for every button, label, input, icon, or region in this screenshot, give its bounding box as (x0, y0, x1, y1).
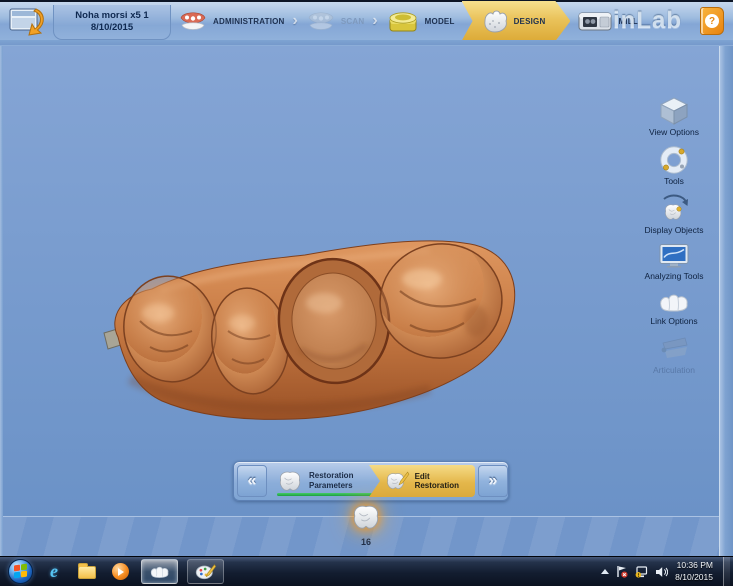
media-player-button[interactable] (108, 559, 132, 585)
windows-explorer-button[interactable] (75, 559, 99, 585)
phase-label: DESIGN (514, 17, 546, 26)
tool-sidebar: View Options Tools (637, 96, 711, 383)
window-frame-left (0, 46, 3, 556)
patient-info: Noha morsi x5 1 8/10/2015 (53, 5, 171, 40)
phase-design[interactable]: DESIGN (462, 1, 571, 41)
phase-label: SCAN (341, 17, 364, 26)
phase-bar: Noha morsi x5 1 8/10/2015 ADMINISTRATION… (0, 0, 733, 40)
model-viewport[interactable]: View Options Tools (0, 46, 733, 516)
step-restoration-parameters[interactable]: Restoration Parameters (270, 465, 375, 497)
folder-icon (78, 566, 96, 579)
next-step-button[interactable]: » (478, 465, 508, 497)
completed-indicator (277, 493, 372, 496)
internet-explorer-button[interactable]: e (42, 559, 66, 585)
phase-separator-icon: › (293, 12, 298, 30)
phase-model[interactable]: MODEL (379, 1, 462, 41)
tooth-16-indicator[interactable]: 16 (340, 502, 392, 547)
sidebar-item-label: Link Options (650, 317, 697, 327)
monitor-icon (657, 242, 691, 270)
sidebar-item-label: Articulation (653, 366, 695, 376)
palette-pencil-icon (195, 563, 217, 580)
chevrons-right-icon: » (489, 472, 498, 490)
step-navigation-bar: « Restoration Parameters Edit Restoratio… (233, 461, 509, 501)
system-tray: 10:36 PM 8/10/2015 (601, 557, 733, 586)
glowing-tooth-icon (348, 502, 384, 532)
tooth-number-label: 16 (340, 537, 392, 547)
show-desktop-button[interactable] (723, 557, 730, 586)
teeth-row-icon (657, 289, 691, 315)
action-center-flag-icon[interactable] (616, 565, 628, 578)
denture-icon (178, 8, 208, 34)
tray-expand-icon[interactable] (601, 569, 609, 574)
teeth-app-icon (149, 564, 171, 580)
phase-steps: ADMINISTRATION › SCAN › MODEL (171, 1, 613, 41)
sidebar-item-analyzing-tools[interactable]: Analyzing Tools (645, 242, 704, 282)
patient-name: Noha morsi x5 1 (54, 10, 170, 22)
inlab-logo: inLab (613, 7, 700, 35)
volume-icon[interactable] (655, 566, 668, 578)
phase-label: MODEL (425, 17, 455, 26)
window-export-icon (7, 5, 49, 37)
phase-administration[interactable]: ADMINISTRATION (171, 1, 292, 41)
phase-separator-icon: › (372, 12, 377, 30)
taskbar-clock[interactable]: 10:36 PM 8/10/2015 (675, 560, 713, 582)
windows-taskbar: e (0, 556, 733, 586)
help-book-icon: ? (705, 14, 719, 28)
tooth-icon (276, 468, 304, 494)
articulator-icon (657, 334, 691, 364)
sidebar-item-label: Display Objects (644, 226, 703, 236)
sidebar-item-link-options[interactable]: Link Options (650, 289, 697, 327)
cad-app-taskbar-button[interactable] (187, 559, 224, 584)
network-status-icon[interactable] (635, 566, 648, 578)
crown-icon (481, 8, 509, 34)
phase-label: ADMINISTRATION (213, 17, 285, 26)
start-button[interactable] (8, 559, 33, 584)
milling-machine-icon (577, 8, 613, 34)
tooth-rotate-icon (657, 194, 691, 224)
step-label: Restoration Parameters (309, 471, 371, 491)
ring-icon (658, 145, 690, 175)
inlab-app-taskbar-button[interactable] (141, 559, 178, 584)
cube-icon (657, 96, 691, 126)
clock-time: 10:36 PM (675, 560, 713, 571)
sidebar-item-tools[interactable]: Tools (658, 145, 690, 187)
help-button[interactable]: ? (700, 7, 724, 35)
windows-flag-icon (14, 565, 20, 572)
media-player-icon (112, 563, 129, 580)
step-edit-restoration[interactable]: Edit Restoration (369, 465, 475, 497)
sidebar-item-label: Analyzing Tools (645, 272, 704, 282)
internet-explorer-icon: e (50, 561, 58, 582)
sidebar-item-display-objects[interactable]: Display Objects (644, 194, 703, 236)
previous-step-button[interactable]: « (237, 465, 267, 497)
step-label: Edit Restoration (415, 472, 471, 490)
window-frame-right (719, 46, 733, 556)
scanner-icon (386, 7, 420, 35)
tooth-pencil-icon (384, 468, 410, 494)
chevrons-left-icon: « (248, 472, 257, 490)
clock-date: 8/10/2015 (675, 572, 713, 583)
sidebar-item-label: View Options (649, 128, 699, 138)
home-button[interactable] (7, 5, 49, 37)
sidebar-item-label: Tools (664, 177, 684, 187)
sidebar-item-view-options[interactable]: View Options (649, 96, 699, 138)
patient-date: 8/10/2015 (54, 22, 170, 34)
sidebar-item-articulation[interactable]: Articulation (653, 334, 695, 376)
phase-scan[interactable]: SCAN (299, 1, 371, 41)
dental-model-3d[interactable] (100, 229, 530, 439)
inlab-window: Noha morsi x5 1 8/10/2015 ADMINISTRATION… (0, 0, 733, 586)
scan-denture-icon (306, 8, 336, 34)
